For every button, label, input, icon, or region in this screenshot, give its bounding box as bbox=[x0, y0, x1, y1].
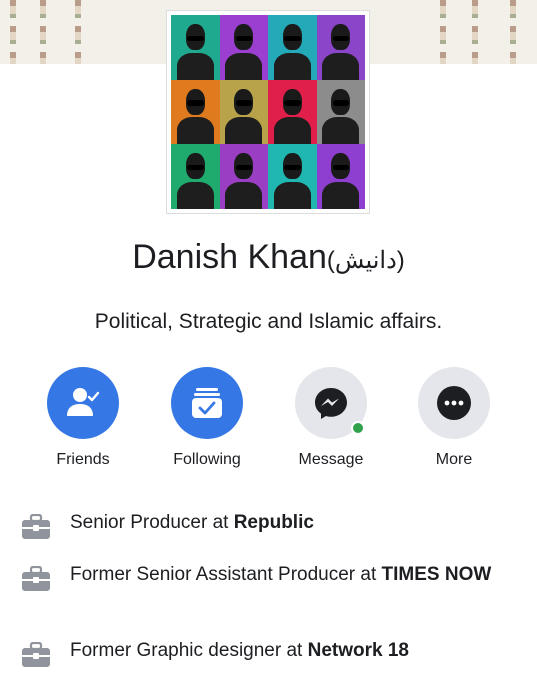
more-button-circle[interactable] bbox=[418, 367, 490, 439]
following-button-circle[interactable] bbox=[171, 367, 243, 439]
profile-picture-tile bbox=[316, 15, 365, 80]
profile-picture-tile bbox=[171, 79, 220, 145]
friends-button[interactable]: Friends bbox=[28, 367, 138, 469]
profile-actions: Friends Following Message More bbox=[0, 367, 537, 477]
more-button[interactable]: More bbox=[399, 367, 509, 469]
profile-picture-collage bbox=[171, 15, 365, 209]
profile-name-native: (دانیش) bbox=[326, 247, 405, 274]
messenger-icon bbox=[315, 388, 347, 419]
profile-picture[interactable] bbox=[166, 10, 370, 214]
following-button[interactable]: Following bbox=[152, 367, 262, 469]
briefcase-icon bbox=[22, 514, 50, 539]
following-feed-icon bbox=[192, 388, 222, 418]
briefcase-icon bbox=[22, 566, 50, 591]
message-button[interactable]: Message bbox=[276, 367, 386, 469]
profile-picture-tile bbox=[268, 144, 317, 209]
work-item-text: Senior Producer at Republic bbox=[70, 512, 314, 533]
following-label: Following bbox=[173, 451, 241, 468]
briefcase-icon bbox=[22, 642, 50, 667]
profile-picture-tile bbox=[316, 144, 365, 209]
profile-picture-tile bbox=[171, 144, 220, 209]
work-org[interactable]: Republic bbox=[234, 512, 314, 533]
friends-label: Friends bbox=[56, 451, 110, 468]
more-dots-icon bbox=[437, 386, 471, 420]
message-label: Message bbox=[298, 451, 364, 468]
profile-picture-tile bbox=[171, 15, 220, 80]
message-button-circle[interactable] bbox=[295, 367, 367, 439]
profile-picture-tile bbox=[268, 79, 317, 145]
more-label: More bbox=[435, 451, 473, 468]
profile-bio: Political, Strategic and Islamic affairs… bbox=[94, 310, 443, 333]
profile-name: Danish Khan(دانیش) bbox=[0, 238, 537, 277]
work-item-text: Former Graphic designer at Network 18 bbox=[70, 640, 409, 661]
profile-picture-tile bbox=[268, 15, 317, 80]
friends-check-icon bbox=[67, 388, 100, 416]
work-item-text: Former Senior Assistant Producer at TIME… bbox=[70, 564, 492, 585]
work-org[interactable]: Network 18 bbox=[308, 640, 409, 661]
friends-button-circle[interactable] bbox=[47, 367, 119, 439]
profile-name-text: Danish Khan bbox=[132, 238, 327, 276]
profile-picture-tile bbox=[219, 79, 268, 145]
profile-picture-tile bbox=[219, 144, 268, 209]
online-status-dot bbox=[351, 421, 365, 435]
profile-picture-tile bbox=[316, 79, 365, 145]
work-org[interactable]: TIMES NOW bbox=[382, 564, 492, 585]
profile-picture-tile bbox=[219, 15, 268, 80]
